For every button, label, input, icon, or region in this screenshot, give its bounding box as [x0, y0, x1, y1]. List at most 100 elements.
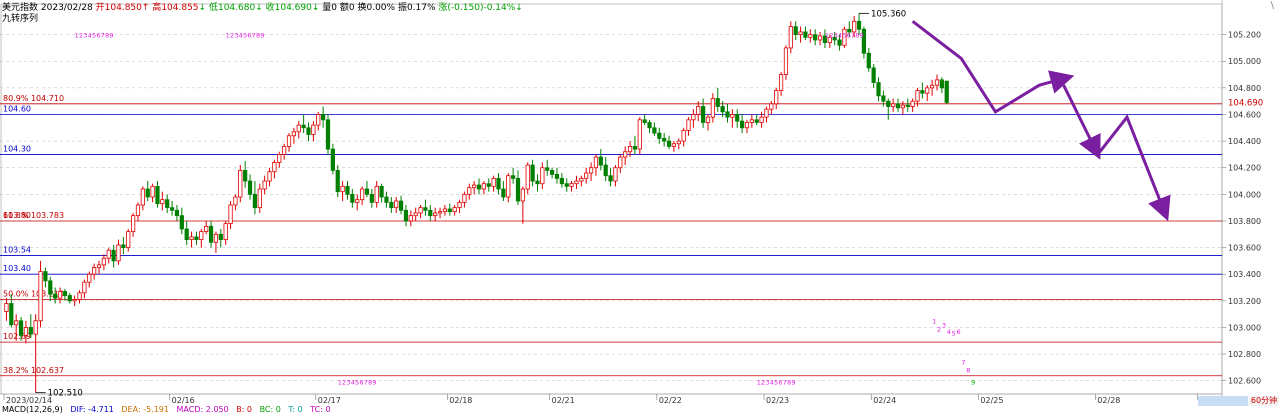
candle-body [9, 303, 14, 326]
candle-body [525, 164, 530, 190]
x-tick-label: 02/17 [318, 396, 341, 405]
candle-body [82, 281, 87, 294]
candle-body [72, 299, 77, 302]
candle-body [389, 201, 394, 209]
candle-body [866, 52, 871, 69]
candle-body [491, 177, 496, 187]
candle-body [28, 327, 33, 335]
y-tick-label: 104.200 [1228, 164, 1261, 173]
candle-body [657, 132, 662, 139]
volume-value: 量0 [322, 3, 337, 13]
candle-body [447, 208, 452, 213]
draw-tool-icon[interactable]: \ [1271, 0, 1274, 11]
candle-body [764, 108, 769, 118]
candle-body [569, 183, 574, 187]
candle-body [238, 169, 243, 198]
candle-body [413, 212, 418, 217]
candle-body [793, 26, 798, 36]
time-scrollbar[interactable] [1198, 396, 1248, 406]
candle-body [618, 156, 623, 169]
candle-body [92, 267, 97, 275]
candle-body [735, 114, 740, 122]
candle-body [876, 82, 881, 97]
candle-body [306, 127, 311, 135]
close-value: 104.690 [274, 3, 312, 13]
x-tick-label: 02/21 [552, 396, 575, 405]
candle-body [291, 131, 296, 137]
candle-body [243, 169, 248, 182]
x-tick-label: 02/24 [873, 396, 896, 405]
candle-body [481, 183, 486, 190]
candle-body [233, 196, 238, 206]
candle-body [87, 273, 92, 283]
candle-body [267, 171, 272, 182]
candle-body [535, 180, 540, 185]
candle-body [43, 271, 48, 282]
candle-body [179, 215, 184, 230]
candle-body [915, 90, 920, 102]
open-arrow: ↑ [141, 3, 150, 13]
td-sequence: 123456789 [75, 31, 114, 39]
candle-body [247, 180, 253, 195]
candle-body [783, 47, 789, 75]
candle-body [408, 215, 413, 222]
level-label: 80.9% 104.710 [3, 94, 64, 103]
candle-body [62, 291, 68, 296]
candle-body [330, 148, 335, 171]
candle-body [199, 231, 204, 241]
candle-body [720, 106, 725, 113]
level-label: 103.80 [3, 211, 31, 220]
candle-body [384, 196, 389, 203]
candle-body [554, 173, 560, 179]
candle-body [715, 98, 720, 107]
candle-body [364, 188, 370, 195]
candle-body [286, 135, 292, 147]
candle-body [311, 124, 316, 135]
candle-body [944, 80, 949, 103]
candle-body [744, 122, 750, 129]
high-label: 高 [152, 3, 162, 13]
y-tick-label: 103.200 [1228, 297, 1261, 306]
candle-body [340, 185, 345, 193]
candle-body [345, 185, 350, 195]
candle-body [218, 233, 223, 241]
candle-body [228, 204, 233, 225]
candle-body [160, 199, 165, 205]
x-tick-label: 02/23 [766, 396, 789, 405]
y-tick-label: 105.200 [1228, 31, 1261, 40]
candle-body [169, 207, 175, 211]
y-tick-label: 102.600 [1228, 377, 1261, 386]
y-tick-label: 105.000 [1228, 57, 1261, 66]
candle-body [38, 271, 43, 322]
candle-body [116, 244, 121, 262]
y-tick-label: 103.800 [1228, 217, 1261, 226]
candle-body [53, 293, 58, 299]
candle-body [803, 31, 808, 38]
high-marker-label: 105.360 [871, 9, 906, 19]
candle-body [662, 138, 667, 142]
candle-body [681, 130, 686, 142]
candle-body [574, 180, 579, 185]
candle-body [895, 103, 901, 109]
y-tick-label: 104.800 [1228, 84, 1261, 93]
candle-body [418, 207, 423, 214]
period-button[interactable]: 60分钟 [1249, 396, 1279, 406]
candle-body [710, 98, 715, 118]
candle-body [140, 188, 145, 206]
candle-body [325, 119, 331, 150]
td-count: 2 [937, 325, 941, 333]
td-count: 5 [952, 329, 956, 337]
x-tick-label: 02/16 [172, 396, 195, 405]
low-label: 低 [208, 3, 218, 13]
y-tick-label: 104.400 [1228, 137, 1261, 146]
price-chart[interactable]: 105.200 105.000 104.800 104.600 104.400 104.2… [0, 0, 1280, 413]
candle-body [603, 164, 608, 177]
candle-body [262, 180, 267, 190]
candle-body [627, 146, 633, 153]
quote-header: 美元指数 2023/02/28 开104.850↑ 高104.855↓ 低104… [2, 0, 523, 13]
candle-body [511, 175, 516, 179]
candle-body [121, 244, 126, 248]
candle-body [437, 211, 443, 214]
candle-body [355, 199, 360, 203]
candle-body [496, 177, 501, 190]
